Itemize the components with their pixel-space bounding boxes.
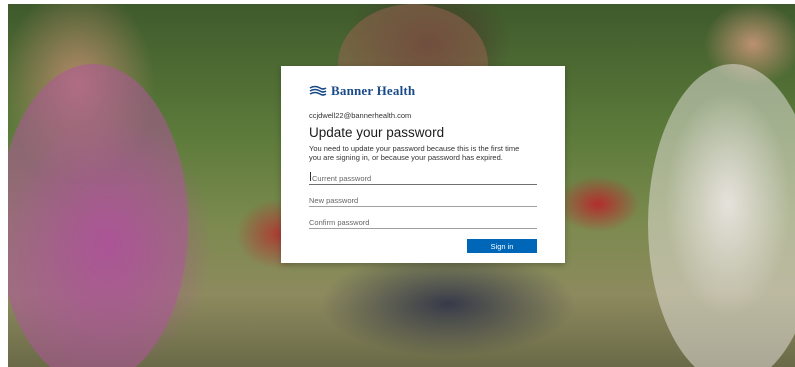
form-description: You need to update your password because… (309, 144, 520, 162)
text-caret (310, 172, 311, 181)
background-photo: Banner Health ccjdwell22@bannerhealth.co… (8, 4, 795, 367)
sign-in-button[interactable]: Sign in (467, 239, 537, 253)
banner-health-logo-icon (309, 85, 327, 96)
account-email: ccjdwell22@bannerhealth.com (309, 111, 412, 120)
brand-logo: Banner Health (309, 82, 537, 100)
photo-person-left (8, 64, 188, 367)
current-password-field-wrapper (309, 168, 540, 185)
login-card: Banner Health ccjdwell22@bannerhealth.co… (281, 66, 565, 263)
brand-name: Banner Health (331, 83, 416, 98)
confirm-password-field-wrapper (309, 212, 537, 229)
button-row: Sign in (309, 239, 537, 253)
current-password-input[interactable] (312, 174, 540, 183)
new-password-field-wrapper (309, 190, 537, 207)
page-title: Update your password (309, 125, 445, 140)
confirm-password-input[interactable] (309, 218, 537, 227)
photo-person-right (648, 64, 795, 367)
new-password-input[interactable] (309, 196, 537, 205)
